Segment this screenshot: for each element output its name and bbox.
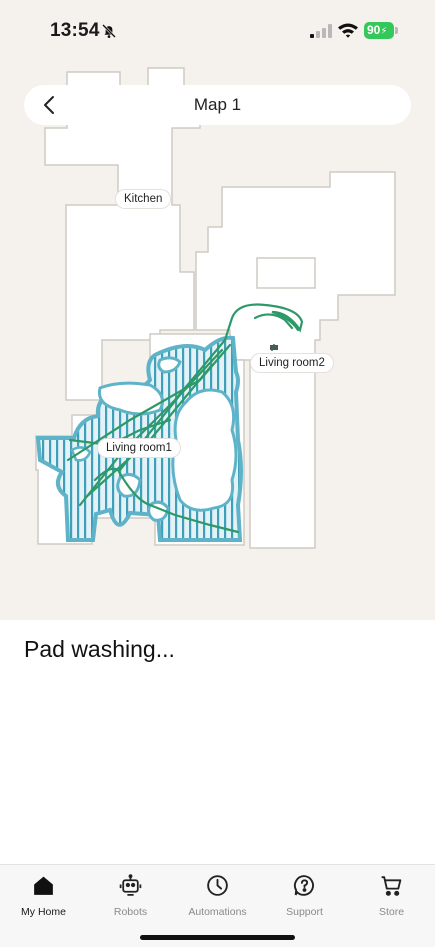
tab-robots[interactable]: Robots [87,873,174,923]
map-title: Map 1 [193,95,242,114]
room-label-kitchen[interactable]: Kitchen [116,190,171,208]
home-icon [34,876,53,895]
battery-icon: 90⚡ [364,22,398,39]
tab-store[interactable]: Store [348,873,435,923]
cellular-signal-icon [310,24,332,38]
status-bar: 13:54 90⚡ [0,0,435,62]
tab-my-home[interactable]: My Home [0,873,87,923]
tab-label: Store [378,906,405,918]
room-label-living-room1[interactable]: Living room1 [98,439,180,457]
tab-support[interactable]: Support [261,873,348,923]
wifi-icon [338,23,358,38]
robot-status-text: Pad washing... [24,636,175,662]
tab-label: Robots [113,906,148,918]
tab-label: Support [286,906,323,918]
robot-dock [270,345,278,350]
robot-icon [119,874,142,896]
battery-level: 90 [367,23,381,37]
clock-icon [207,875,228,896]
room-label-living-room2[interactable]: Living room2 [251,354,333,372]
map-view[interactable]: Kitchen Living room1 Living room2 13:54 … [0,0,435,620]
bell-off-icon [102,24,116,38]
map-header: Map 1 [24,85,411,125]
tab-label: My Home [21,906,66,918]
help-icon [293,875,314,896]
cart-icon [381,876,402,896]
tab-automations[interactable]: Automations [174,873,261,923]
home-indicator [140,935,295,940]
tab-label: Automations [188,906,247,918]
status-time: 13:54 [50,20,100,41]
